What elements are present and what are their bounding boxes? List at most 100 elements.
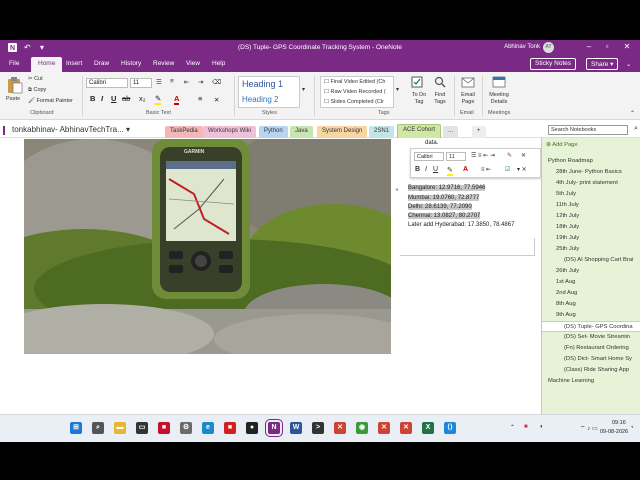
section-tab-taskpedia[interactable]: TaskPedia <box>165 126 203 138</box>
mini-more-icon[interactable]: ▾ ✕ <box>517 166 527 173</box>
page-item[interactable]: 28th June- Python Basics <box>542 167 640 178</box>
page-item[interactable]: 4th July- print statement <box>542 178 640 189</box>
highlight-icon[interactable]: ✎ <box>155 94 162 105</box>
share-button[interactable]: Share ▾ <box>586 58 619 70</box>
coord-line[interactable]: Delhi: 28.6139, 77.2090 <box>408 203 536 212</box>
mini-italic-button[interactable]: I <box>425 166 427 173</box>
vscode-icon[interactable]: ⟨⟩ <box>444 422 456 434</box>
page-item-selected[interactable]: (DS) Tuple- GPS Coordina <box>542 321 640 332</box>
email-page-button[interactable]: Email Page <box>458 76 478 110</box>
section-tab-java[interactable]: Java <box>290 126 313 138</box>
tab-file[interactable]: File <box>9 60 19 67</box>
page-item[interactable]: Machine Learning <box>542 376 640 387</box>
italic-button[interactable]: I <box>101 94 103 103</box>
numbering-icon[interactable]: ≡ <box>170 78 174 85</box>
underline-button[interactable]: U <box>111 94 116 103</box>
tray-overflow-icon[interactable]: ⌃ <box>510 424 515 431</box>
styles-more-icon[interactable]: ▾ <box>302 86 305 93</box>
clear-format-icon[interactable]: ⌫ <box>212 78 221 86</box>
meeting-details-button[interactable]: Meeting Details <box>486 76 512 110</box>
section-tab-2sn1[interactable]: 2SN1 <box>369 126 395 138</box>
settings-icon[interactable]: ⚙ <box>180 422 192 434</box>
close-icon[interactable]: ✕ <box>620 42 634 54</box>
page-canvas[interactable]: GARMIN data. Bangalore: 12.9716, 77.5946… <box>0 138 541 414</box>
minimize-icon[interactable]: – <box>582 42 596 54</box>
font-size-select[interactable]: 11 <box>130 78 152 88</box>
page-item[interactable]: 25th July <box>542 244 640 255</box>
search-icon[interactable]: ⌕ <box>634 125 638 133</box>
heading1-style[interactable]: Heading 1 <box>242 79 283 89</box>
heading2-style[interactable]: Heading 2 <box>242 95 278 104</box>
strikethrough-button[interactable]: ab <box>122 94 130 103</box>
tags-more-icon[interactable]: ▾ <box>396 86 399 93</box>
format-painter-button[interactable]: 🖌 Format Painter <box>28 98 73 104</box>
find-tags-button[interactable]: Find Tags <box>430 76 450 110</box>
page-item[interactable]: 5th July <box>542 189 640 200</box>
tray-app-icon[interactable]: ■ <box>524 424 528 430</box>
page-item[interactable]: (DS) AI Shopping Cart Brai <box>542 255 640 266</box>
page-item[interactable]: 11th July <box>542 200 640 211</box>
paste-button[interactable]: Paste <box>4 76 26 108</box>
outdent-icon[interactable]: ⇤ <box>184 78 189 86</box>
terminal-icon[interactable]: > <box>312 422 324 434</box>
styles-gallery[interactable]: Heading 1 Heading 2 <box>238 76 300 108</box>
notification-icon[interactable]: ◔ <box>630 425 634 431</box>
page-item[interactable]: (DS) Dict- Smart Home Sy <box>542 354 640 365</box>
file-explorer-icon[interactable]: ▬ <box>114 422 126 434</box>
tab-insert[interactable]: Insert <box>66 60 82 67</box>
note-text[interactable]: data. <box>425 139 536 148</box>
app-red-icon[interactable]: ■ <box>158 422 170 434</box>
app-dark-icon[interactable]: ● <box>246 422 258 434</box>
cut-button[interactable]: ✂ Cut <box>28 76 43 82</box>
add-page-button[interactable]: ⊕ Add Page <box>542 138 640 152</box>
mini-align-icon[interactable]: ≡ ⇤ <box>481 166 491 173</box>
indent-icon[interactable]: ⇥ <box>198 78 203 86</box>
bold-button[interactable]: B <box>90 94 95 103</box>
paragraph-handle-icon[interactable]: ◂ <box>395 186 398 193</box>
page-item[interactable]: Python Roadmap <box>542 156 640 167</box>
sticky-notes-button[interactable]: Sticky Notes <box>530 58 577 70</box>
section-tab-ace-cohort[interactable]: ACE Cohort <box>397 124 442 138</box>
page-item[interactable]: 12th July <box>542 211 640 222</box>
subscript-button[interactable]: x₂ <box>139 94 146 103</box>
clock-time[interactable]: 09:16 <box>612 420 626 426</box>
section-tab-more[interactable]: ... <box>443 126 459 138</box>
edge-icon[interactable]: e <box>202 422 214 434</box>
section-tab-workshops-wiki[interactable]: Workshops Wiki <box>203 126 256 138</box>
tab-history[interactable]: History <box>121 60 141 67</box>
app-x3-icon[interactable]: ✕ <box>400 422 412 434</box>
mini-brush-icon[interactable]: ✎ <box>507 152 512 159</box>
maximize-icon[interactable]: ▫ <box>600 42 614 54</box>
page-item[interactable]: 26th July <box>542 266 640 277</box>
app-red2-icon[interactable]: ■ <box>224 422 236 434</box>
wifi-icon[interactable]: ⌔ ♪ ▭ <box>580 424 598 432</box>
tag-item[interactable]: ☐ Final Video Edited (Ch <box>324 79 385 85</box>
tags-gallery[interactable]: ☐ Final Video Edited (Ch ☐ Raw Video Rec… <box>320 76 394 108</box>
chrome-icon[interactable]: ◉ <box>356 422 368 434</box>
page-item[interactable]: 9th Aug <box>542 310 640 321</box>
ribbon-collapse-chevron-icon[interactable]: ⌃ <box>630 110 635 117</box>
tab-help[interactable]: Help <box>212 60 225 67</box>
copy-button[interactable]: ⧉ Copy <box>28 87 46 94</box>
align-icon[interactable]: ≡ <box>198 94 202 103</box>
page-item[interactable]: 1st Aug <box>542 277 640 288</box>
bullets-icon[interactable]: ☰ <box>156 78 162 86</box>
page-item[interactable]: 8th Aug <box>542 299 640 310</box>
word-icon[interactable]: W <box>290 422 302 434</box>
mini-highlight-icon[interactable]: ✎ <box>447 166 453 176</box>
page-item[interactable]: (Fn) Restaurant Ordering <box>542 343 640 354</box>
delete-icon[interactable]: ✕ <box>214 96 219 104</box>
task-view-icon[interactable]: ▭ <box>136 422 148 434</box>
excel-icon[interactable]: X <box>422 422 434 434</box>
add-section-button[interactable]: + <box>472 126 486 138</box>
mini-bullets-icon[interactable]: ☰ ≡ ⇤ ⇥ <box>471 152 495 159</box>
page-item[interactable]: 18th July <box>542 222 640 233</box>
mini-tag-icon[interactable]: ☑ <box>505 166 510 173</box>
coord-line[interactable]: Later add Hyderabad: 17.3850, 78.4867 <box>408 221 536 230</box>
user-name[interactable]: Abhinav Tonk <box>504 44 540 50</box>
page-item[interactable]: (Class) Ride Sharing App <box>542 365 640 376</box>
mini-close-icon[interactable]: ✕ <box>521 152 526 159</box>
section-tab-python[interactable]: Python <box>259 126 288 138</box>
tab-view[interactable]: View <box>186 60 200 67</box>
mini-font-select[interactable]: Calibri <box>414 152 444 161</box>
